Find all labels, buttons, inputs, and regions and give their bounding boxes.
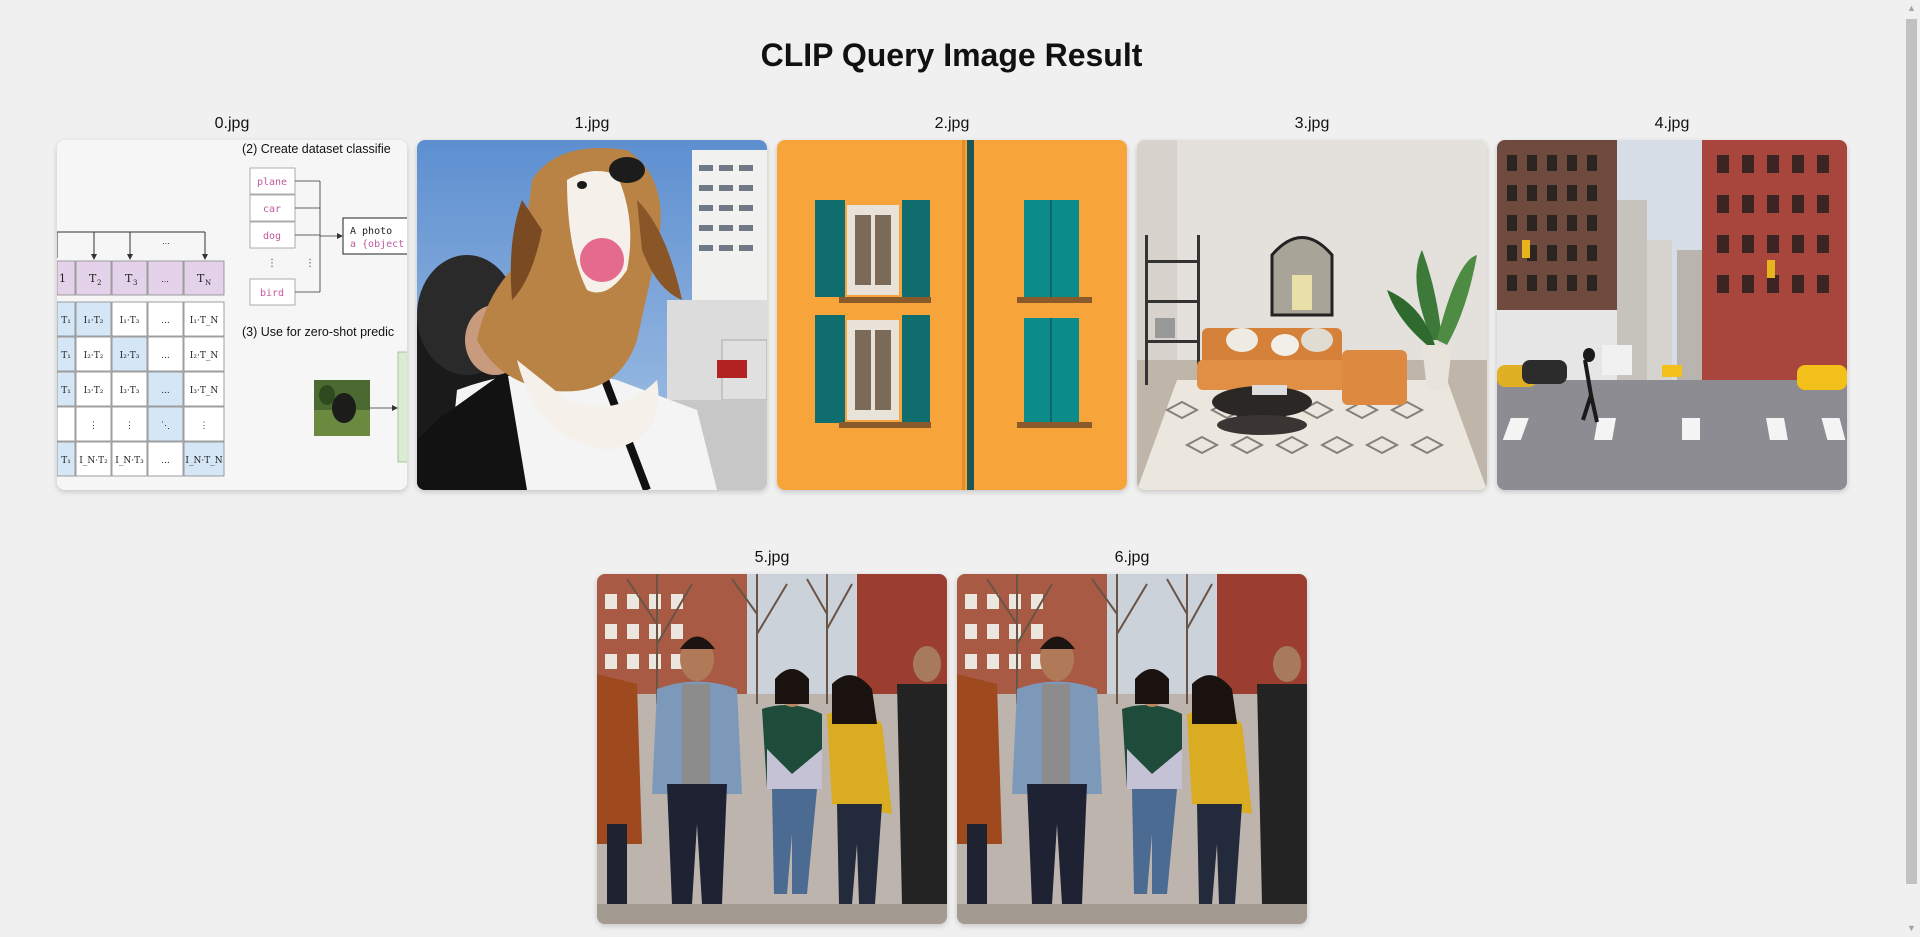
image-caption: 2.jpg bbox=[934, 115, 970, 132]
matrix-cell-label: T₁ bbox=[61, 386, 71, 396]
scroll-up-arrow-icon[interactable]: ▲ bbox=[1903, 0, 1920, 17]
image-card-4[interactable]: 4.jpg bbox=[1497, 114, 1847, 490]
image-caption: 1.jpg bbox=[574, 115, 610, 132]
text-header-2-sub: 2 bbox=[97, 279, 101, 287]
matrix-cell-label: I₁·T₃ bbox=[120, 316, 140, 326]
image-thumbnail-2[interactable] bbox=[777, 140, 1127, 490]
image-card-3[interactable]: 3.jpg bbox=[1137, 114, 1487, 490]
clip-diagram: ... 1 T 2 T 3 ... T N T₁ I₁·T₂ I₁·T₃... I₁·… bbox=[57, 140, 407, 490]
matrix-cell-label: I_N·T₃ bbox=[115, 456, 144, 466]
matrix-cell-label: I₁·T_N bbox=[190, 316, 219, 326]
matrix-cell-label: T₁ bbox=[61, 456, 71, 466]
label-vdots: ⋮ bbox=[267, 258, 277, 269]
image-caption: 6.jpg bbox=[1114, 549, 1150, 566]
matrix-cell bbox=[57, 406, 76, 442]
image-thumbnail-3[interactable] bbox=[1137, 140, 1487, 490]
matrix-cell-label: I₃·T₃ bbox=[120, 386, 140, 396]
matrix-cell-label: I_N·T₂ bbox=[79, 456, 108, 466]
text-header-n: T bbox=[197, 272, 205, 285]
bracket-vdots: ⋮ bbox=[305, 258, 315, 269]
photo-friends bbox=[597, 574, 947, 924]
photo-street bbox=[1497, 140, 1847, 490]
prompt-line-2: a {object bbox=[350, 239, 404, 250]
matrix-cell-label: ⋮ bbox=[200, 421, 209, 431]
matrix-cell-label: ... bbox=[161, 351, 170, 361]
label-plane: plane bbox=[257, 177, 287, 188]
image-caption: 5.jpg bbox=[754, 549, 790, 566]
text-header-2: T bbox=[89, 272, 97, 285]
matrix-cell-label: I₂·T_N bbox=[190, 351, 219, 361]
matrix-cell-label: ⋮ bbox=[125, 421, 134, 431]
text-header-3: T bbox=[125, 272, 133, 285]
matrix-cell-label: I₁·T₂ bbox=[84, 316, 104, 326]
matrix-cell-label: I₂·T₃ bbox=[120, 351, 140, 361]
matrix-cell-label: ... bbox=[161, 386, 170, 396]
text-header-3-sub: 3 bbox=[133, 279, 137, 287]
label-car: car bbox=[263, 204, 281, 215]
page-title: CLIP Query Image Result bbox=[760, 37, 1143, 73]
image-card-6[interactable]: 6.jpg bbox=[957, 548, 1307, 924]
image-caption: 0.jpg bbox=[214, 115, 250, 132]
image-card-0[interactable]: 0.jpg ... 1 T 2 T 3 ... T N T₁ I₁·T₂ I₁·… bbox=[57, 114, 407, 490]
image-caption: 3.jpg bbox=[1294, 115, 1330, 132]
label-bird: bird bbox=[260, 288, 284, 299]
image-thumbnail-5[interactable] bbox=[597, 574, 947, 924]
image-thumbnail-1[interactable] bbox=[417, 140, 767, 490]
step3-title: (3) Use for zero-shot predic bbox=[242, 325, 394, 339]
matrix-cell-label: I₂·T₂ bbox=[84, 351, 104, 361]
matrix-cell-label: ⋱ bbox=[161, 421, 170, 431]
matrix-cell-label: I₃·T_N bbox=[190, 386, 219, 396]
matrix-cell-label: T₁ bbox=[61, 351, 71, 361]
prompt-line-1: A photo bbox=[350, 226, 392, 237]
matrix-cell-label: I₃·T₂ bbox=[84, 386, 104, 396]
scroll-down-arrow-icon[interactable]: ▼ bbox=[1903, 920, 1920, 937]
image-card-2[interactable]: 2.jpg bbox=[777, 114, 1127, 490]
label-dog: dog bbox=[263, 231, 281, 242]
matrix-cell-label: T₁ bbox=[61, 316, 71, 326]
step2-title: (2) Create dataset classifie bbox=[242, 142, 391, 156]
matrix-cell-label: ⋮ bbox=[89, 421, 98, 431]
label-list: plane car dog bird bbox=[249, 167, 296, 306]
image-thumbnail-6[interactable] bbox=[957, 574, 1307, 924]
photo-dog bbox=[417, 140, 767, 490]
photo-friends bbox=[957, 574, 1307, 924]
photo-windows bbox=[777, 140, 1127, 490]
photo-living-room bbox=[1137, 140, 1487, 490]
matrix-cell-label: ... bbox=[161, 316, 170, 326]
image-card-1[interactable]: 1.jpg bbox=[417, 114, 767, 490]
image-card-5[interactable]: 5.jpg bbox=[597, 548, 947, 924]
image-thumbnail-4[interactable] bbox=[1497, 140, 1847, 490]
similarity-matrix: T₁ I₁·T₂ I₁·T₃... I₁·T_N T₁ I₂·T₂ I₂·T₃... I₂·T… bbox=[57, 301, 225, 477]
scrollbar-thumb[interactable] bbox=[1906, 19, 1917, 884]
matrix-cell-label: I_N·T_N bbox=[185, 456, 222, 466]
image-caption: 4.jpg bbox=[1654, 115, 1690, 132]
svg-text:1: 1 bbox=[59, 272, 66, 285]
vertical-scrollbar[interactable]: ▲ ▼ bbox=[1903, 0, 1920, 937]
image-thumbnail-0[interactable]: ... 1 T 2 T 3 ... T N T₁ I₁·T₂ I₁·T₃... I₁·… bbox=[57, 140, 407, 490]
text-header-ellipsis: ... bbox=[161, 274, 169, 284]
matrix-cell-label: ... bbox=[161, 456, 170, 466]
text-header-n-sub: N bbox=[205, 279, 211, 287]
diagram-ellipsis-top: ... bbox=[162, 236, 170, 246]
